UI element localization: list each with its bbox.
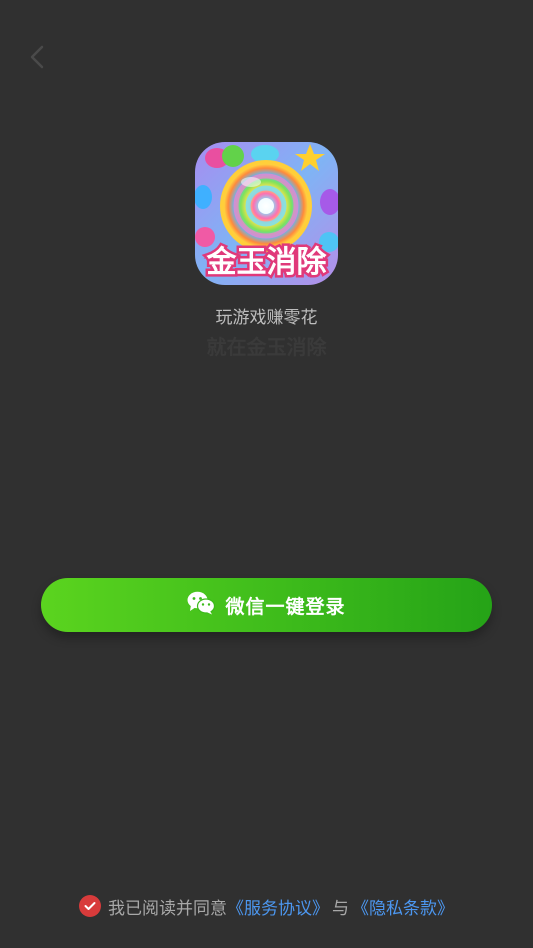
wechat-login-button[interactable]: 微信一键登录 bbox=[41, 578, 492, 632]
agreement-and: 与 bbox=[332, 898, 349, 919]
app-icon: 金玉消除 bbox=[195, 142, 338, 285]
app-icon-text: 金玉消除 bbox=[206, 245, 328, 280]
privacy-policy-link[interactable]: 《隐私条款》 bbox=[352, 894, 454, 919]
wechat-icon bbox=[187, 591, 216, 619]
agreement-row: 我已阅读并同意 《服务协议》 与 《隐私条款》 bbox=[0, 893, 533, 919]
service-agreement-link[interactable]: 《服务协议》 bbox=[227, 894, 329, 919]
wechat-login-label: 微信一键登录 bbox=[225, 595, 346, 618]
chevron-left-icon bbox=[29, 44, 45, 74]
agree-checkbox[interactable] bbox=[79, 895, 101, 917]
checkmark-icon bbox=[84, 896, 96, 916]
agreement-prefix: 我已阅读并同意 bbox=[108, 898, 227, 919]
app-name: 就在金玉消除 bbox=[206, 335, 327, 359]
back-button[interactable] bbox=[22, 42, 52, 76]
app-slogan: 玩游戏赚零花 bbox=[215, 308, 318, 328]
